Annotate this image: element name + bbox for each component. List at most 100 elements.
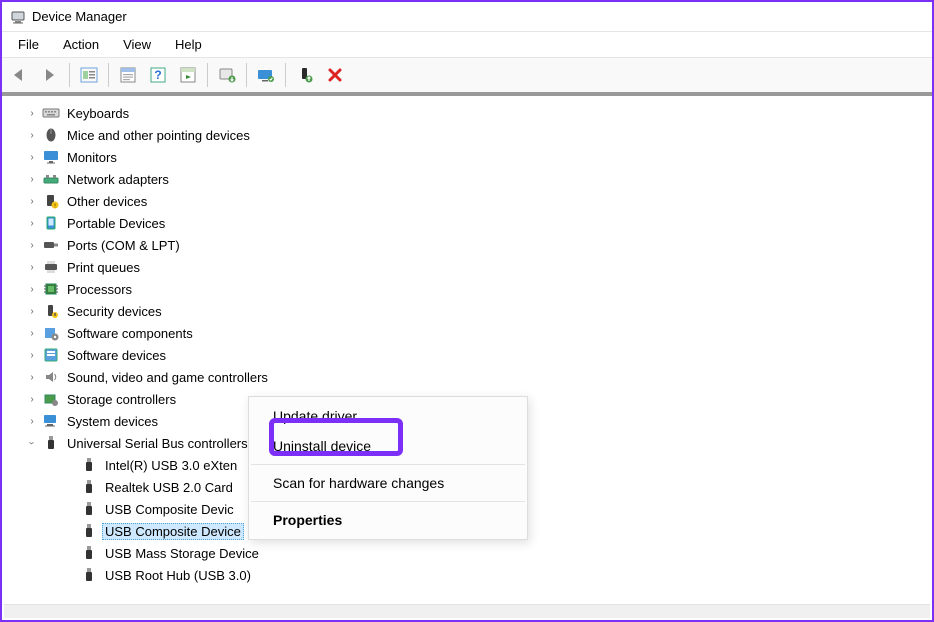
menu-help[interactable]: Help: [163, 34, 214, 55]
portable-icon: [42, 214, 60, 232]
other-device-icon: !: [42, 192, 60, 210]
toolbar: ?: [2, 58, 932, 96]
tree-label: Sound, video and game controllers: [64, 369, 271, 386]
chevron-right-icon[interactable]: ›: [26, 371, 38, 383]
cpu-icon: [42, 280, 60, 298]
tree-label: Monitors: [64, 149, 120, 166]
chevron-right-icon[interactable]: ›: [26, 151, 38, 163]
chevron-right-icon[interactable]: ›: [26, 261, 38, 273]
toolbar-separator: [207, 63, 208, 87]
tree-label: System devices: [64, 413, 161, 430]
action-icon[interactable]: [174, 61, 202, 89]
toolbar-separator: [108, 63, 109, 87]
tree-item-usb-root[interactable]: USB Root Hub (USB 3.0): [2, 564, 932, 586]
show-hide-tree-icon[interactable]: [75, 61, 103, 89]
uninstall-icon[interactable]: [321, 61, 349, 89]
chevron-right-icon[interactable]: ›: [26, 327, 38, 339]
properties-icon[interactable]: [114, 61, 142, 89]
software-comp-icon: [42, 324, 60, 342]
monitor-icon: [42, 148, 60, 166]
network-icon: [42, 170, 60, 188]
chevron-right-icon[interactable]: ›: [26, 349, 38, 361]
svg-text:?: ?: [154, 68, 161, 82]
chevron-right-icon[interactable]: ›: [26, 283, 38, 295]
security-icon: [42, 302, 60, 320]
system-icon: [42, 412, 60, 430]
menu-action[interactable]: Action: [51, 34, 111, 55]
menu-file[interactable]: File: [6, 34, 51, 55]
update-driver-icon[interactable]: [213, 61, 241, 89]
horizontal-scrollbar[interactable]: [4, 604, 930, 618]
chevron-down-icon[interactable]: ›: [26, 437, 38, 449]
tree-category-network[interactable]: › Network adapters: [2, 168, 932, 190]
chevron-right-icon[interactable]: ›: [26, 305, 38, 317]
tree-label: USB Mass Storage Device: [102, 545, 262, 562]
tree-category-other[interactable]: › ! Other devices: [2, 190, 932, 212]
chevron-right-icon[interactable]: ›: [26, 415, 38, 427]
tree-label: Processors: [64, 281, 135, 298]
usb-plug-icon: [80, 478, 98, 496]
keyboard-icon: [42, 104, 60, 122]
context-properties[interactable]: Properties: [249, 505, 527, 535]
titlebar: Device Manager: [2, 2, 932, 32]
storage-icon: [42, 390, 60, 408]
chevron-right-icon[interactable]: ›: [26, 195, 38, 207]
help-icon[interactable]: ?: [144, 61, 172, 89]
tree-category-mice[interactable]: › Mice and other pointing devices: [2, 124, 932, 146]
tree-category-portable[interactable]: › Portable Devices: [2, 212, 932, 234]
software-dev-icon: [42, 346, 60, 364]
tree-label: Software devices: [64, 347, 169, 364]
tree-category-security[interactable]: › Security devices: [2, 300, 932, 322]
tree-label: Other devices: [64, 193, 150, 210]
printer-icon: [42, 258, 60, 276]
tree-label: Keyboards: [64, 105, 132, 122]
nav-forward-icon[interactable]: [36, 61, 64, 89]
context-uninstall-device[interactable]: Uninstall device: [249, 431, 527, 461]
toolbar-separator: [285, 63, 286, 87]
tree-label: Realtek USB 2.0 Card: [102, 479, 236, 496]
chevron-right-icon[interactable]: ›: [26, 107, 38, 119]
chevron-right-icon[interactable]: ›: [26, 129, 38, 141]
chevron-right-icon[interactable]: ›: [26, 217, 38, 229]
sound-icon: [42, 368, 60, 386]
port-icon: [42, 236, 60, 254]
tree-label: Network adapters: [64, 171, 172, 188]
usb-plug-icon: [80, 522, 98, 540]
tree-label: Storage controllers: [64, 391, 179, 408]
tree-item-usb-mass[interactable]: USB Mass Storage Device: [2, 542, 932, 564]
tree-category-monitors[interactable]: › Monitors: [2, 146, 932, 168]
scan-hardware-icon[interactable]: [252, 61, 280, 89]
tree-category-softdev[interactable]: › Software devices: [2, 344, 932, 366]
tree-label: Ports (COM & LPT): [64, 237, 183, 254]
tree-label: Print queues: [64, 259, 143, 276]
toolbar-separator: [69, 63, 70, 87]
enable-device-icon[interactable]: [291, 61, 319, 89]
chevron-right-icon[interactable]: ›: [26, 239, 38, 251]
chevron-right-icon[interactable]: ›: [26, 393, 38, 405]
mouse-icon: [42, 126, 60, 144]
chevron-right-icon[interactable]: ›: [26, 173, 38, 185]
tree-label: Security devices: [64, 303, 165, 320]
context-separator: [251, 501, 525, 502]
tree-category-print[interactable]: › Print queues: [2, 256, 932, 278]
tree-category-keyboards[interactable]: › Keyboards: [2, 102, 932, 124]
context-separator: [251, 464, 525, 465]
context-update-driver[interactable]: Update driver: [249, 401, 527, 431]
context-scan-hardware[interactable]: Scan for hardware changes: [249, 468, 527, 498]
window-title: Device Manager: [32, 9, 127, 24]
menu-view[interactable]: View: [111, 34, 163, 55]
tree-category-ports[interactable]: › Ports (COM & LPT): [2, 234, 932, 256]
tree-category-processors[interactable]: › Processors: [2, 278, 932, 300]
tree-category-softcomp[interactable]: › Software components: [2, 322, 932, 344]
usb-plug-icon: [80, 500, 98, 518]
nav-back-icon[interactable]: [6, 61, 34, 89]
usb-plug-icon: [80, 566, 98, 584]
computer-icon: [10, 9, 26, 25]
tree-category-sound[interactable]: › Sound, video and game controllers: [2, 366, 932, 388]
tree-label: USB Composite Devic: [102, 501, 237, 518]
menubar: File Action View Help: [2, 32, 932, 58]
device-tree[interactable]: › Keyboards › Mice and other pointing de…: [2, 96, 932, 610]
tree-label: Universal Serial Bus controllers: [64, 435, 251, 452]
tree-label: Portable Devices: [64, 215, 168, 232]
tree-label: Intel(R) USB 3.0 eXten: [102, 457, 240, 474]
